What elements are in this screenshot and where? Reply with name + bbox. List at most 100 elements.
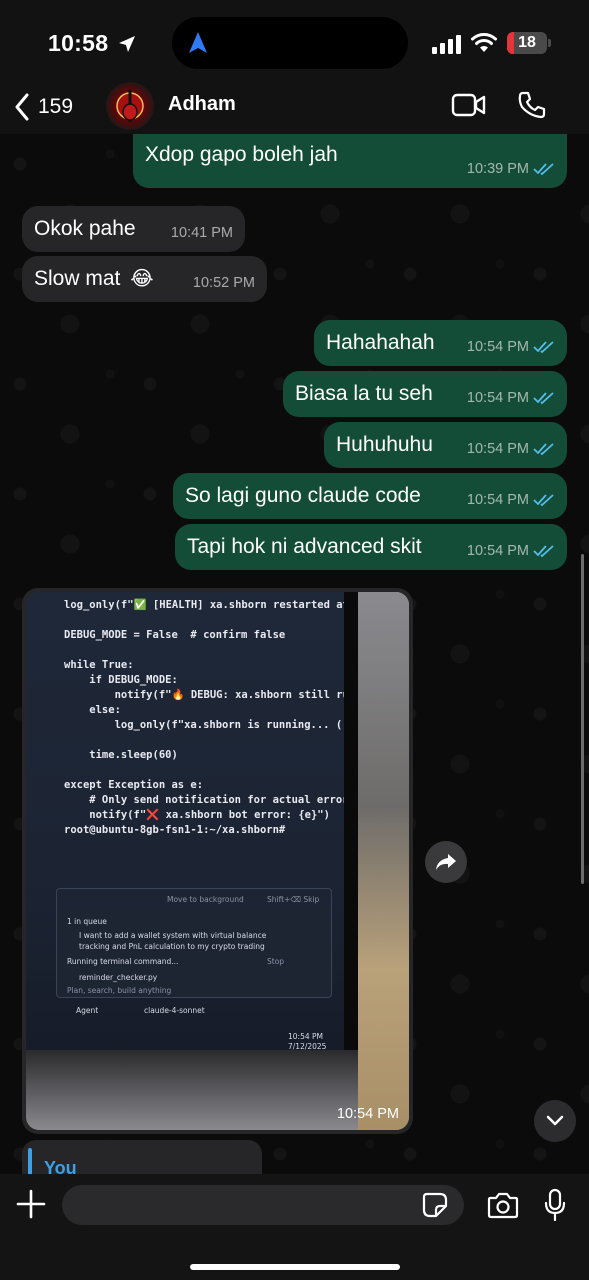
code-line: # Only send notification for actual erro… <box>64 794 374 806</box>
message-outgoing[interactable]: Hahahahah 10:54 PM <box>314 320 567 366</box>
microphone-icon[interactable] <box>543 1188 567 1222</box>
message-meta: 10:54 PM <box>467 334 555 360</box>
agent-panel: Move to background Shift+⌫ Skip 1 in que… <box>56 888 332 998</box>
chat-header: 159 Adham <box>0 82 589 134</box>
message-text: Xdop gapo boleh jah <box>145 143 338 166</box>
agent-input-placeholder: Plan, search, build anything <box>67 986 172 995</box>
message-input-bar <box>0 1174 589 1280</box>
message-incoming[interactable]: Okok pahe 10:41 PM <box>22 206 245 252</box>
model-name: claude-4-sonnet <box>144 1006 205 1015</box>
scrollbar[interactable] <box>581 554 584 884</box>
code-line: notify(f"❌ xa.shborn bot error: {e}") <box>64 809 330 821</box>
message-text: Okok pahe <box>34 217 136 240</box>
message-time: 10:54 PM <box>336 1106 399 1122</box>
code-line: notify(f"🔥 DEBUG: xa.shborn still ru <box>64 689 349 701</box>
laptop-screen: log_only(f"✅ [HEALTH] xa.shborn restarte… <box>26 592 374 1052</box>
chevron-left-icon <box>15 93 29 121</box>
stop-label: Stop <box>267 957 285 966</box>
code-line: except Exception as e: <box>64 779 204 791</box>
message-meta: 10:54 PM <box>467 385 555 411</box>
background-wall <box>358 592 409 1130</box>
reply-accent-bar <box>28 1148 32 1174</box>
code-block: log_only(f"✅ [HEALTH] xa.shborn restarte… <box>64 598 374 838</box>
message-outgoing[interactable]: Huhuhuhu 10:54 PM <box>324 422 567 468</box>
quoted-reply[interactable]: You <box>22 1140 262 1174</box>
code-line: if DEBUG_MODE: <box>64 674 178 686</box>
message-time: 10:54 PM <box>466 543 529 559</box>
wifi-icon <box>471 33 497 52</box>
file-chip: reminder_checker.py <box>79 973 158 982</box>
code-line: log_only(f"✅ [HEALTH] xa.shborn restarte… <box>64 599 349 611</box>
camera-icon[interactable] <box>487 1191 519 1219</box>
scroll-to-bottom-button[interactable] <box>534 1100 576 1142</box>
message-time: 10:54 PM <box>466 390 529 406</box>
message-text: Hahahahah <box>326 331 435 354</box>
laughing-emoji: 😂 <box>130 268 154 290</box>
read-receipt-icon <box>533 163 554 176</box>
skip-hint: Shift+⌫ Skip <box>267 895 320 904</box>
message-meta: 10:41 PM <box>171 220 233 246</box>
contact-name[interactable]: Adham <box>168 93 236 116</box>
home-indicator[interactable] <box>190 1264 400 1270</box>
message-time: 10:52 PM <box>192 275 255 291</box>
code-line: time.sleep(60) <box>64 749 178 761</box>
queued-task-2: tracking and PnL calculation to my crypt… <box>79 942 265 951</box>
phone-call-icon[interactable] <box>517 90 547 120</box>
code-line: while True: <box>64 659 134 671</box>
message-outgoing[interactable]: Xdop gapo boleh jah 10:39 PM <box>133 134 567 188</box>
move-to-background: Move to background <box>167 895 244 904</box>
message-meta: 10:52 PM <box>193 270 255 296</box>
message-text: So lagi guno claude code <box>185 484 421 507</box>
status-time: 10:58 <box>48 30 109 56</box>
message-time: 10:54 PM <box>466 492 529 508</box>
agent-mode: Agent <box>76 1006 99 1015</box>
message-time: 10:41 PM <box>170 225 233 241</box>
message-meta: 10:54 PM <box>467 538 555 564</box>
laptop-base <box>26 1050 358 1130</box>
message-outgoing[interactable]: Tapi hok ni advanced skit 10:54 PM <box>175 524 567 570</box>
queued-task: I want to add a wallet system with virtu… <box>79 931 267 940</box>
read-receipt-icon <box>533 341 554 354</box>
reply-sender: You <box>44 1158 77 1174</box>
read-receipt-icon <box>533 392 554 405</box>
forward-arrow-icon <box>436 854 456 870</box>
chat-messages[interactable]: Xdop gapo boleh jah 10:39 PM Okok pahe 1… <box>0 134 589 1174</box>
battery-cap <box>548 39 551 47</box>
message-text: Tapi hok ni advanced skit <box>187 535 422 558</box>
back-button[interactable]: 159 <box>14 90 73 124</box>
message-time: 10:54 PM <box>466 441 529 457</box>
forward-button[interactable] <box>425 841 467 883</box>
read-receipt-icon <box>533 545 554 558</box>
message-outgoing[interactable]: So lagi guno claude code 10:54 PM <box>173 473 567 519</box>
message-text: Huhuhuhu <box>336 433 433 456</box>
message-time: 10:54 PM <box>466 339 529 355</box>
message-photo[interactable]: log_only(f"✅ [HEALTH] xa.shborn restarte… <box>22 588 413 1134</box>
message-text: Biasa la tu seh <box>295 382 433 405</box>
running-label: Running terminal command... <box>67 957 179 966</box>
queue-label: 1 in queue <box>67 917 107 926</box>
plus-icon[interactable] <box>16 1189 46 1219</box>
contact-avatar[interactable] <box>106 82 154 130</box>
status-bar: 10:58 18 <box>0 0 589 88</box>
battery-percent: 18 <box>518 34 536 51</box>
avatar-guitar-logo <box>116 90 144 122</box>
sticker-icon[interactable] <box>422 1192 448 1218</box>
code-line: root@ubuntu-8gb-fsn1-1:~/xa.shborn# <box>64 824 286 836</box>
message-text: Slow mat <box>34 267 121 290</box>
message-input[interactable] <box>62 1185 464 1225</box>
chevron-down-icon <box>546 1115 564 1126</box>
message-time: 10:39 PM <box>466 161 529 177</box>
navigation-arrow-icon <box>189 32 207 53</box>
photo-of-laptop-screen[interactable]: log_only(f"✅ [HEALTH] xa.shborn restarte… <box>26 592 409 1130</box>
message-incoming[interactable]: Slow mat 😂 10:52 PM <box>22 256 267 302</box>
message-meta: 10:39 PM <box>467 156 555 182</box>
video-call-icon[interactable] <box>451 92 487 118</box>
code-line: DEBUG_MODE = False # confirm false <box>64 629 286 641</box>
message-meta: 10:54 PM <box>467 436 555 462</box>
message-meta: 10:54 PM <box>467 487 555 513</box>
message-outgoing[interactable]: Biasa la tu seh 10:54 PM <box>283 371 567 417</box>
